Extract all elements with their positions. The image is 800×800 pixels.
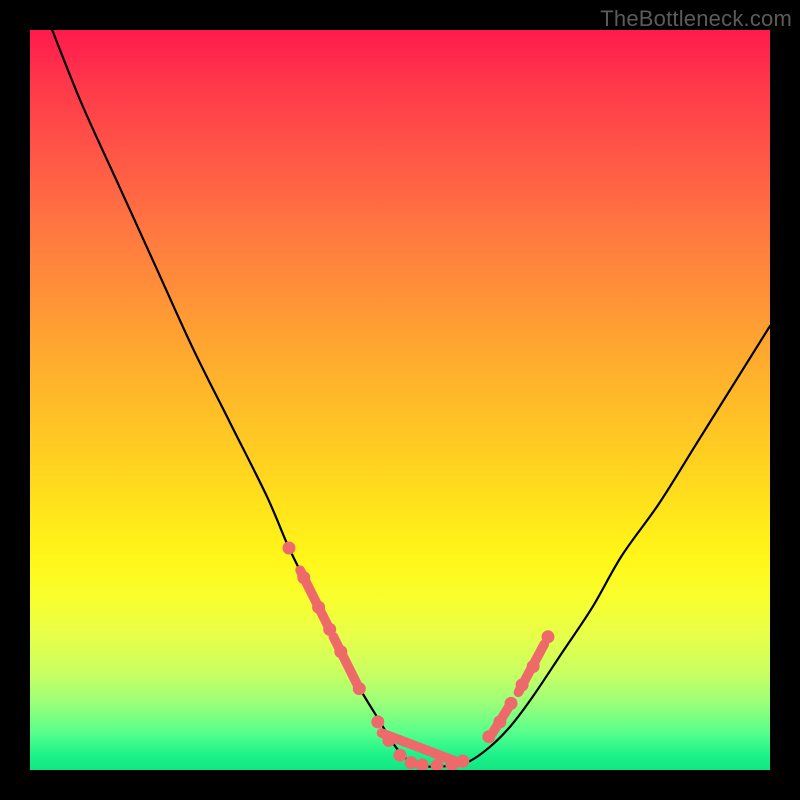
bottleneck-curve [52,30,770,767]
marker-dots [283,542,555,771]
chart-svg [30,30,770,770]
watermark-text: TheBottleneck.com [600,6,792,32]
chart-plot-area [30,30,770,770]
marker-segments [300,570,544,762]
chart-frame: TheBottleneck.com [0,0,800,800]
